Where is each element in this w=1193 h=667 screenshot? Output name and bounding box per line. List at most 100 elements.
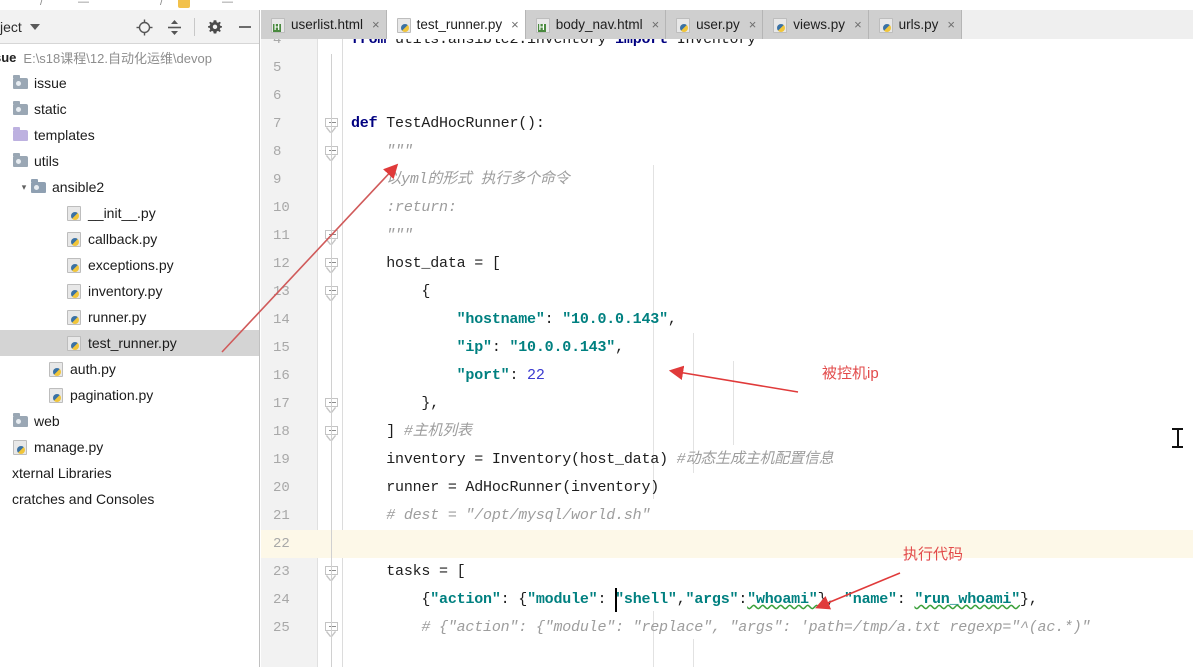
line-number: 23 — [273, 564, 290, 580]
code-editor[interactable]: 4 from utils.ansible2.inventory import In… — [261, 39, 1193, 667]
code-line-7[interactable]: 7 def TestAdHocRunner(): — [261, 110, 1193, 138]
text-ibeam-cursor — [1172, 428, 1183, 448]
code-line-9[interactable]: 9 以yml的形式 执行多个命令 — [261, 166, 1193, 194]
code-line-20[interactable]: 20 runner = AdHocRunner(inventory) — [261, 474, 1193, 502]
code-line-18[interactable]: 18 ] #主机列表 — [261, 418, 1193, 446]
code-line-16[interactable]: 16 "port": 22 — [261, 362, 1193, 390]
tree-item-xternal-libraries[interactable]: xternal Libraries — [0, 460, 259, 486]
folder-open-icon — [30, 179, 48, 195]
close-icon[interactable]: × — [749, 18, 757, 31]
code-text: from utils.ansible2.inventory import Inv… — [351, 39, 756, 48]
tree-item-label: web — [34, 413, 60, 429]
code-line-17[interactable]: 17 }, — [261, 390, 1193, 418]
breadcrumb-path: E:\s18课程\12.自动化运维\devop — [23, 50, 212, 66]
code-line-22[interactable]: 22 — [261, 530, 1193, 558]
code-line-15[interactable]: 15 "ip": "10.0.0.143", — [261, 334, 1193, 362]
editor-tab-userlist-html[interactable]: userlist.html × — [261, 10, 387, 39]
tree-item-ansible2[interactable]: ▾ ansible2 — [0, 174, 259, 200]
python-file-icon — [878, 17, 894, 33]
annotation-label-controlled-host-ip: 被控机ip — [822, 365, 879, 382]
editor-tab-bar[interactable]: userlist.html×test_runner.py×body_nav.ht… — [261, 10, 1193, 39]
tree-item-label: pagination.py — [70, 387, 154, 403]
tree-item-label: callback.py — [88, 231, 158, 247]
line-number: 10 — [273, 200, 290, 216]
editor-area: userlist.html×test_runner.py×body_nav.ht… — [261, 10, 1193, 667]
chrome-glyph-3: / — [160, 0, 164, 8]
line-number: 5 — [273, 60, 282, 76]
pycharm-window: / — / — ject ue E:\s18课程\12.自动化运维\devop … — [0, 0, 1193, 667]
code-line-4[interactable]: 4 from utils.ansible2.inventory import In… — [261, 39, 1193, 54]
tree-item-runner-py[interactable]: runner.py — [0, 304, 259, 330]
code-text: {"action": {"module": "shell","args":"wh… — [421, 591, 1038, 608]
tree-item-label: issue — [34, 75, 67, 91]
code-line-8[interactable]: 8 """ — [261, 138, 1193, 166]
tree-item-issue[interactable]: issue — [0, 70, 259, 96]
tree-item-label: static — [34, 101, 67, 117]
tree-item-web[interactable]: web — [0, 408, 259, 434]
code-text: "ip": "10.0.0.143", — [456, 339, 624, 356]
code-line-21[interactable]: 21 # dest = "/opt/mysql/world.sh" — [261, 502, 1193, 530]
close-icon[interactable]: × — [511, 18, 519, 31]
tree-item-cratches-and-consoles[interactable]: cratches and Consoles — [0, 486, 259, 512]
code-line-12[interactable]: 12 host_data = [ — [261, 250, 1193, 278]
line-number: 20 — [273, 480, 290, 496]
tree-item-static[interactable]: static — [0, 96, 259, 122]
window-chrome-strip: / — / — — [0, 0, 1193, 10]
python-file-icon — [772, 17, 788, 33]
tree-item-inventory-py[interactable]: inventory.py — [0, 278, 259, 304]
editor-tab-views-py[interactable]: views.py × — [763, 10, 869, 39]
editor-tab-test-runner-py[interactable]: test_runner.py × — [386, 10, 526, 39]
code-line-13[interactable]: 13 { — [261, 278, 1193, 306]
folder-icon — [12, 101, 30, 117]
code-line-25[interactable]: 25 # {"action": {"module": "replace", "a… — [261, 614, 1193, 642]
tree-item-callback-py[interactable]: callback.py — [0, 226, 259, 252]
code-line-5[interactable]: 5 — [261, 54, 1193, 82]
fold-guide-line — [331, 54, 332, 667]
chrome-glyph-4: — — [222, 0, 233, 8]
tree-item-auth-py[interactable]: auth.py — [0, 356, 259, 382]
tree-item-manage-py[interactable]: manage.py — [0, 434, 259, 460]
code-line-24[interactable]: 24 {"action": {"module": "shell","args":… — [261, 586, 1193, 614]
chevron-down-icon[interactable] — [29, 23, 40, 30]
project-file-tree[interactable]: issue static templates utils ▾ ansible2 __init… — [0, 70, 259, 512]
close-icon[interactable]: × — [652, 18, 660, 31]
code-line-6[interactable]: 6 — [261, 82, 1193, 110]
tree-item-utils[interactable]: utils — [0, 148, 259, 174]
tree-item-templates[interactable]: templates — [0, 122, 259, 148]
tree-item-label: runner.py — [88, 309, 147, 325]
gear-icon[interactable] — [205, 17, 225, 37]
project-panel-title[interactable]: ject — [0, 19, 22, 35]
code-line-19[interactable]: 19 inventory = Inventory(host_data) #动态生… — [261, 446, 1193, 474]
editor-tab-user-py[interactable]: user.py × — [666, 10, 764, 39]
editor-tab-label: test_runner.py — [416, 17, 503, 32]
tree-item-test-runner-py[interactable]: test_runner.py — [0, 330, 259, 356]
close-icon[interactable]: × — [947, 18, 955, 31]
code-text: tasks = [ — [386, 563, 466, 580]
line-number: 11 — [273, 228, 290, 244]
code-line-23[interactable]: 23 tasks = [ — [261, 558, 1193, 586]
line-number: 9 — [273, 172, 282, 188]
code-line-10[interactable]: 10 :return: — [261, 194, 1193, 222]
python-file-icon — [48, 361, 66, 377]
code-line-14[interactable]: 14 "hostname": "10.0.0.143", — [261, 306, 1193, 334]
code-line-11[interactable]: 11 """ — [261, 222, 1193, 250]
close-icon[interactable]: × — [854, 18, 862, 31]
line-number: 18 — [273, 424, 290, 440]
tree-expand-arrow[interactable]: ▾ — [18, 182, 30, 193]
tree-item-label: manage.py — [34, 439, 104, 455]
line-number: 16 — [273, 368, 290, 384]
tree-item-exceptions-py[interactable]: exceptions.py — [0, 252, 259, 278]
tree-item-pagination-py[interactable]: pagination.py — [0, 382, 259, 408]
line-number: 14 — [273, 312, 290, 328]
close-icon[interactable]: × — [372, 18, 380, 31]
warning-icon — [178, 0, 190, 8]
line-number: 7 — [273, 116, 282, 132]
toolbar-divider — [194, 18, 195, 36]
locate-icon[interactable] — [134, 17, 154, 37]
tree-item--init-py[interactable]: __init__.py — [0, 200, 259, 226]
python-file-icon — [66, 231, 84, 247]
collapse-all-icon[interactable] — [164, 17, 184, 37]
hide-panel-icon[interactable] — [235, 17, 255, 37]
editor-tab-body-nav-html[interactable]: body_nav.html × — [525, 10, 667, 39]
editor-tab-urls-py[interactable]: urls.py × — [868, 10, 963, 39]
